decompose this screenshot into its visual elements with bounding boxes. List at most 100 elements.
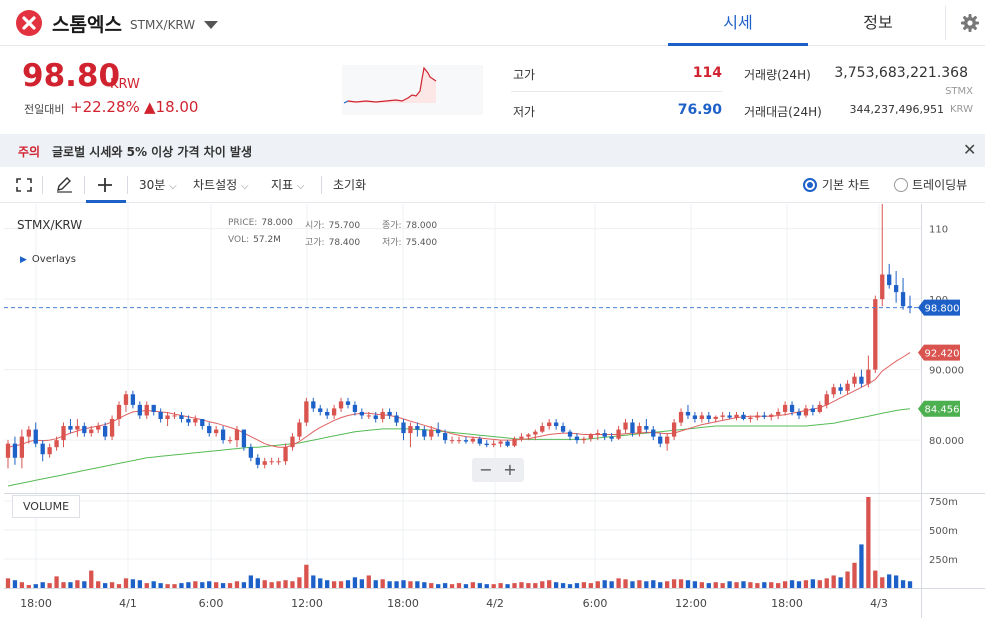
candle-body — [158, 411, 163, 419]
interval-select[interactable]: 30분 ⌵ — [139, 167, 177, 203]
candle-body — [630, 422, 635, 434]
zoom-in-button[interactable]: + — [498, 459, 522, 481]
candle-body — [345, 401, 351, 405]
candle-body — [595, 433, 600, 435]
overlays-toggle[interactable]: ▶ Overlays — [20, 254, 76, 265]
volume-bar — [276, 581, 281, 588]
gear-icon[interactable] — [960, 13, 980, 33]
candle-body — [429, 429, 434, 437]
volume-bar — [47, 583, 52, 588]
volume-bar — [297, 577, 302, 588]
candle-body — [318, 408, 323, 412]
candle-body — [297, 422, 302, 437]
pencil-icon[interactable] — [55, 177, 73, 193]
coin-pair: STMX/KRW — [130, 18, 196, 32]
volume-bar — [82, 581, 87, 588]
candle-body — [873, 299, 878, 370]
candle-body — [560, 426, 566, 432]
candle-body — [144, 404, 149, 416]
volume-bar — [262, 580, 267, 588]
volume-bar — [248, 575, 253, 588]
volume-bar — [803, 580, 809, 588]
ohlc-high-key: 고가: — [305, 238, 325, 248]
crosshair-icon[interactable] — [97, 177, 113, 193]
basic-chart-label[interactable]: 기본 차트 — [822, 167, 870, 203]
volume-bar — [214, 582, 219, 588]
volume-bar — [442, 583, 448, 588]
ohlc-price: PRICE: 78.000 — [228, 218, 293, 228]
candle-body — [456, 440, 462, 442]
chart-settings-select[interactable]: 차트설정 ⌵ — [193, 167, 249, 203]
active-tool-indicator — [86, 200, 126, 203]
candle-body — [89, 429, 94, 434]
x-tick-label: 12:00 — [291, 597, 323, 610]
high-value: 114 — [692, 65, 722, 81]
basic-chart-radio[interactable] — [803, 178, 817, 192]
candle-body — [540, 426, 545, 432]
chart-settings-label: 차트설정 — [193, 178, 238, 192]
tradingview-label[interactable]: 트레이딩뷰 — [912, 167, 967, 203]
change-amount: ▲18.00 — [144, 98, 199, 116]
price-volume-chart-svg: 11010090.00080.000750m500m250m18:004/16:… — [4, 204, 985, 618]
candle-body — [769, 414, 774, 417]
volume-bar — [810, 579, 816, 588]
candle-body — [900, 292, 906, 307]
volume-bar — [331, 581, 337, 588]
y-tick-label: 80.000 — [929, 436, 964, 447]
candle-body — [290, 436, 295, 448]
candle-body — [789, 404, 795, 412]
close-icon[interactable]: ✕ — [963, 140, 976, 159]
volume-bar — [533, 583, 538, 588]
volume-bar — [325, 580, 330, 588]
indicators-select[interactable]: 지표 ⌵ — [271, 167, 305, 203]
candle-body — [623, 422, 628, 430]
volume-pane-label: VOLUME — [12, 495, 80, 518]
candle-body — [588, 434, 593, 439]
volume-bar — [220, 583, 226, 588]
candle-body — [831, 387, 836, 395]
volume-bar — [547, 580, 552, 588]
candle-body — [172, 415, 177, 417]
volume-bar — [19, 582, 25, 588]
candle-body — [130, 394, 136, 405]
candle-body — [658, 436, 663, 444]
candle-body — [68, 426, 73, 430]
fullscreen-icon[interactable] — [16, 178, 32, 192]
candle-body — [415, 426, 420, 430]
reset-button[interactable]: 초기화 — [333, 167, 366, 203]
candlestick-chart[interactable]: 11010090.00080.000750m500m250m18:004/16:… — [0, 204, 985, 618]
volume-bar — [574, 583, 580, 588]
tab-info[interactable]: 정보 — [808, 0, 948, 46]
candle-body — [54, 440, 59, 448]
volume-bar — [630, 581, 635, 588]
ohlc-close-value: 78.000 — [405, 221, 438, 231]
candle-body — [574, 436, 580, 441]
volume-bar — [498, 583, 503, 588]
chart-symbol: STMX/KRW — [17, 218, 83, 232]
tradingview-radio[interactable] — [894, 178, 908, 192]
volume-bar — [456, 583, 462, 588]
candle-body — [422, 429, 427, 437]
toolbar-divider — [84, 176, 85, 194]
volume-bar — [172, 584, 177, 588]
volume-bar — [748, 582, 753, 588]
coin-selector-chevron-down-icon[interactable] — [204, 21, 218, 29]
candle-body — [442, 433, 448, 441]
candle-body — [394, 415, 399, 423]
candle-body — [82, 426, 87, 434]
volume-bar — [755, 583, 760, 588]
candle-body — [116, 404, 122, 419]
candle-body — [671, 422, 677, 437]
ohlc-close: 종가: 78.000 — [382, 218, 437, 231]
zoom-out-button[interactable]: − — [474, 459, 498, 481]
ohlc-low-value: 75.400 — [405, 238, 438, 248]
volume-bar — [338, 581, 344, 588]
candle-body — [526, 434, 531, 437]
volume-bar — [373, 580, 378, 588]
candle-body — [109, 418, 115, 437]
candle-body — [137, 404, 142, 416]
candle-body — [748, 417, 753, 419]
candle-body — [685, 411, 691, 416]
tab-price[interactable]: 시세 — [668, 0, 808, 46]
stormx-logo-icon — [16, 10, 42, 36]
